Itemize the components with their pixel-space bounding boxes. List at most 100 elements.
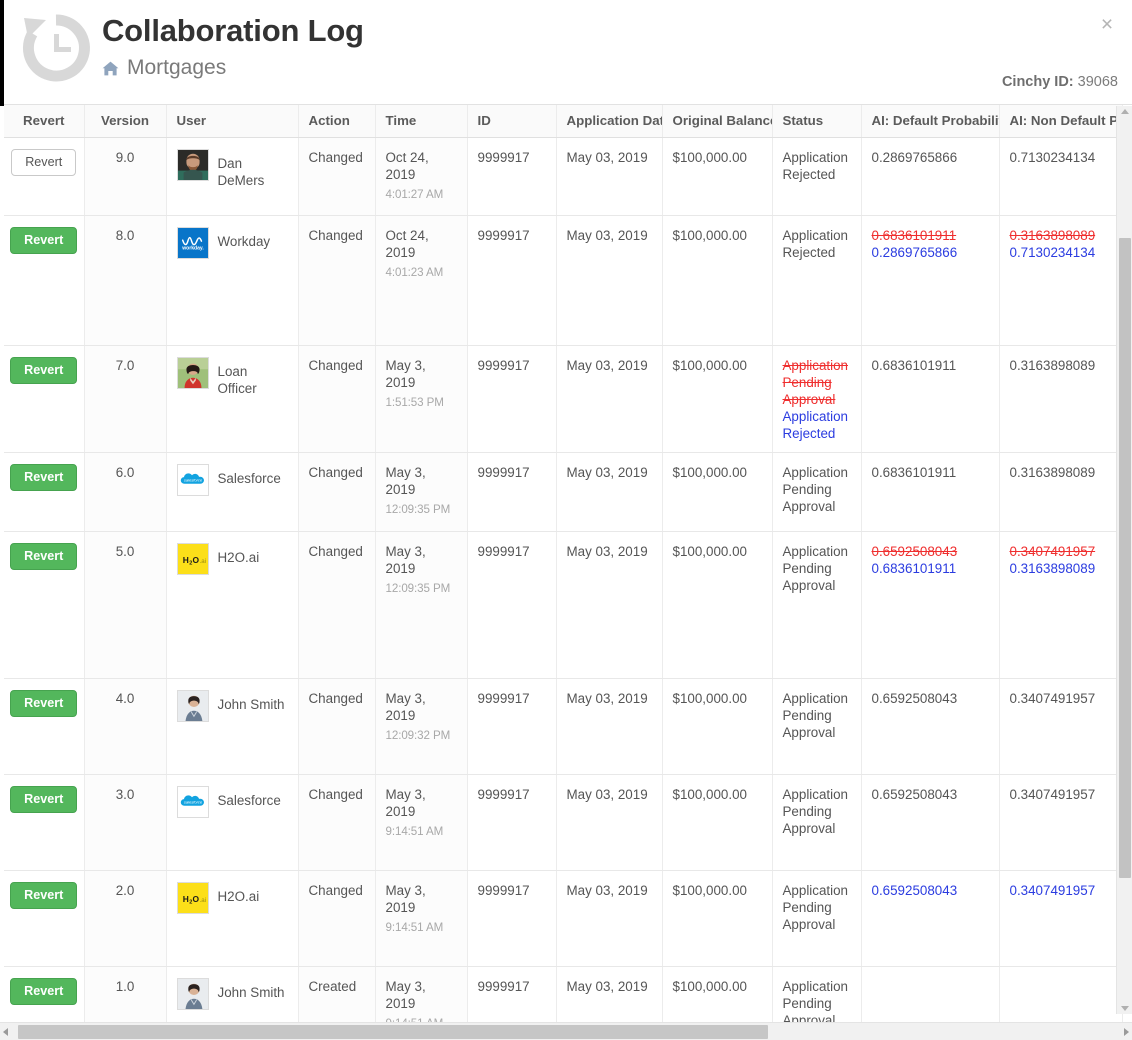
application-date-cell: May 03, 2019: [556, 870, 663, 967]
original-balance-cell: $100,000.00: [662, 452, 773, 532]
ai-non-default-probability-cell: 0.3163898089: [999, 452, 1123, 532]
table-row[interactable]: Revert1.0 John Smith CreatedMay 3, 20199:1…: [4, 966, 1123, 1023]
title-block: Collaboration Log Mortgages: [102, 12, 364, 80]
horizontal-scrollbar[interactable]: [0, 1022, 1132, 1040]
ai-default-probability-cell: 0.6592508043: [861, 678, 1000, 775]
time-clock: 12:09:32 PM: [385, 729, 451, 742]
status-cell: Application Rejected: [772, 137, 862, 216]
column-header-application-date[interactable]: Application Date: [556, 105, 663, 138]
column-header-original-balance[interactable]: Original Balance: [662, 105, 773, 138]
action-cell: Changed: [298, 870, 376, 967]
id-cell: 9999917: [467, 966, 557, 1023]
ai-non-default-probability-cell: 0.3407491957 0.3163898089: [999, 531, 1123, 679]
revert-button[interactable]: Revert: [10, 978, 78, 1005]
horizontal-scrollbar-thumb[interactable]: [18, 1025, 768, 1039]
original-balance-cell: $100,000.00: [662, 531, 773, 679]
status-cell-value: Application Rejected: [782, 150, 849, 182]
revert-button[interactable]: Revert: [11, 149, 77, 176]
ai-default-probability-cell-old-value: 0.6836101911: [871, 228, 957, 243]
status-cell-value: Application Pending Approval: [782, 544, 849, 593]
id-cell: 9999917: [467, 137, 557, 216]
original-balance-cell: $100,000.00: [662, 870, 773, 967]
vertical-scrollbar-thumb[interactable]: [1119, 238, 1131, 878]
column-header-ai-default-probability[interactable]: AI: Default Probability: [861, 105, 1000, 138]
revert-button[interactable]: Revert: [10, 690, 78, 717]
column-header-time[interactable]: Time: [375, 105, 468, 138]
column-header-status[interactable]: Status: [772, 105, 862, 138]
column-header-ai-non-default-prob[interactable]: AI: Non Default Prob: [999, 105, 1123, 138]
user-cell: John Smith: [166, 678, 299, 775]
user-name: Salesforce: [217, 793, 281, 808]
close-icon[interactable]: ×: [1094, 12, 1120, 38]
table-row[interactable]: Revert 4.0 John Smith Changed May 3, 2019 12:…: [4, 678, 1123, 775]
ai-non-default-probability-cell: 0.7130234134: [999, 137, 1123, 216]
user-name: Salesforce: [217, 471, 281, 486]
table-row[interactable]: Revert 2.0 H 2 O .ai H2O.ai Changed May 3, 2019 9…: [4, 870, 1123, 967]
column-header-user[interactable]: User: [166, 105, 299, 138]
breadcrumb[interactable]: Mortgages: [102, 56, 364, 80]
table-row[interactable]: Revert 5.0 H 2 O .ai H2O.ai Changed May 3, 2019 1…: [4, 531, 1123, 679]
caret-up-icon[interactable]: [1121, 109, 1129, 114]
status-cell-old-value: Application Pending Approval: [782, 358, 849, 407]
table-row[interactable]: Revert 3.0 salesforce Salesforce Changed May …: [4, 774, 1123, 871]
workday-logo: workday.: [176, 227, 209, 259]
version-cell: 9.0: [84, 137, 167, 216]
status-cell-value: Application Pending Approval: [782, 979, 849, 1023]
time-cell: May 3, 2019 12:09:35 PM: [375, 531, 468, 679]
ai-default-probability-cell-value: 0.6836101911: [871, 358, 957, 373]
caret-left-icon[interactable]: [3, 1028, 8, 1036]
column-header-revert[interactable]: Revert: [4, 105, 85, 138]
column-header-version[interactable]: Version: [84, 105, 167, 138]
svg-text:.ai: .ai: [199, 558, 206, 565]
time-cell: May 3, 20199:14:51 AM: [375, 774, 468, 871]
user-name: Loan Officer: [217, 364, 257, 396]
revert-cell: Revert: [4, 345, 85, 453]
status-cell: Application Pending Approval Application …: [772, 345, 862, 453]
application-date-cell: May 03, 2019: [556, 531, 663, 679]
ai-non-default-probability-cell: 0.3407491957: [999, 870, 1123, 967]
cinchy-id-value: 39068: [1077, 74, 1118, 90]
status-cell-value: Application Pending Approval: [782, 691, 849, 740]
caret-right-icon[interactable]: [1124, 1028, 1129, 1036]
svg-text:workday.: workday.: [181, 246, 204, 252]
column-header-id[interactable]: ID: [467, 105, 557, 138]
table-row[interactable]: Revert 6.0 salesforce Salesforce Changed May …: [4, 452, 1123, 532]
revert-button[interactable]: Revert: [10, 464, 78, 491]
revert-button[interactable]: Revert: [10, 543, 78, 570]
version-cell: 5.0: [84, 531, 167, 679]
action-cell: Changed: [298, 678, 376, 775]
vertical-scrollbar[interactable]: [1116, 106, 1132, 1014]
revert-button[interactable]: Revert: [10, 882, 78, 909]
table-row[interactable]: Revert 9.0 Dan DeMers Changed Oct 24, 2019 4:…: [4, 137, 1123, 216]
user-cell: salesforce Salesforce: [166, 452, 299, 532]
ai-non-default-probability-cell-value: 0.7130234134: [1009, 150, 1096, 165]
revert-cell: Revert: [4, 774, 85, 871]
column-header-action[interactable]: Action: [298, 105, 376, 138]
revert-button[interactable]: Revert: [10, 786, 78, 813]
revert-button[interactable]: Revert: [10, 357, 78, 384]
john-smith-photo: [176, 978, 209, 1010]
table-row[interactable]: Revert 7.0 Loan Officer Changed May 3, 2019 1…: [4, 345, 1123, 453]
ai-default-probability-cell-added-value: 0.6592508043: [871, 883, 958, 898]
ai-default-probability-cell-old-value: 0.6592508043: [871, 544, 958, 559]
action-cell: Changed: [298, 452, 376, 532]
action-cell: Changed: [298, 215, 376, 346]
time-cell: Oct 24, 2019 4:01:23 AM: [375, 215, 468, 346]
version-cell: 2.0: [84, 870, 167, 967]
time-clock: 9:14:51 AM: [385, 825, 444, 838]
original-balance-cell: $100,000.00: [662, 137, 773, 216]
time-clock: 12:09:35 PM: [385, 503, 451, 516]
caret-down-icon[interactable]: [1121, 1006, 1129, 1011]
ai-non-default-probability-cell-old-value: 0.3163898089: [1009, 228, 1096, 243]
revert-cell: Revert: [4, 870, 85, 967]
ai-non-default-probability-cell-new-value: 0.7130234134: [1009, 245, 1096, 260]
svg-text:salesforce: salesforce: [183, 800, 202, 805]
time-date: Oct 24, 2019: [385, 228, 429, 260]
table-row[interactable]: Revert 8.0 workday. Workday Changed Oct 24, 2…: [4, 215, 1123, 346]
revert-button[interactable]: Revert: [10, 227, 78, 254]
user-cell: H 2 O .ai H2O.ai: [166, 531, 299, 679]
action-cell: Changed: [298, 345, 376, 453]
version-cell: 6.0: [84, 452, 167, 532]
ai-default-probability-cell-value: 0.2869765866: [871, 150, 958, 165]
time-cell: May 3, 20199:14:51 AM: [375, 966, 468, 1023]
